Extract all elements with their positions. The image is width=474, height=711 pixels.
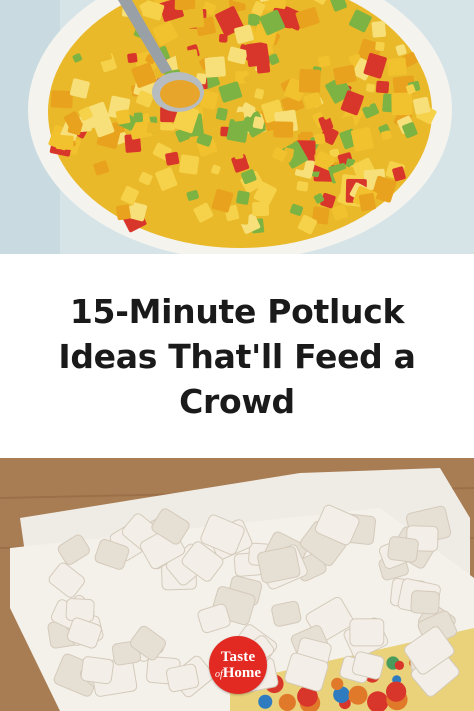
taste-of-home-logo: Taste ofHome xyxy=(209,636,267,694)
logo-of: of xyxy=(214,668,223,680)
page-title: 15-Minute Potluck Ideas That'll Feed a C… xyxy=(58,291,416,421)
logo-line1: Taste xyxy=(220,648,256,665)
salsa-photo xyxy=(0,0,474,254)
logo-line2: Home xyxy=(222,664,262,681)
title-band: 15-Minute Potluck Ideas That'll Feed a C… xyxy=(0,254,474,458)
